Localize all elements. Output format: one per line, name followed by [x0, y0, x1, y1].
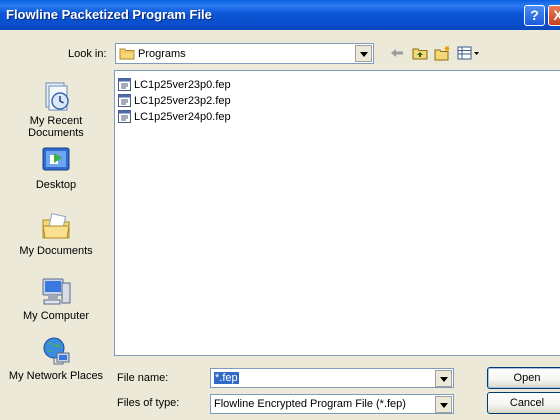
cancel-button[interactable]: Cancel	[487, 392, 560, 414]
views-menu-icon[interactable]	[457, 45, 481, 61]
network-places-icon	[3, 335, 109, 370]
new-folder-icon[interactable]	[434, 45, 452, 61]
file-type-dropdown[interactable]: Flowline Encrypted Program File (*.fep)	[210, 394, 454, 414]
help-button[interactable]: ?	[524, 5, 545, 26]
file-type-value: Flowline Encrypted Program File (*.fep)	[214, 398, 406, 410]
file-name-field[interactable]: *.fep	[210, 368, 454, 388]
place-label: My Computer	[22, 310, 90, 322]
recent-documents-icon	[3, 80, 109, 115]
file-name: LC1p25ver23p2.fep	[134, 95, 231, 107]
place-desktop[interactable]: Desktop	[3, 144, 109, 191]
my-computer-icon	[3, 275, 109, 310]
file-name-label: File name:	[117, 372, 169, 384]
desktop-icon	[3, 144, 109, 179]
place-network-places[interactable]: My Network Places	[3, 335, 109, 382]
program-file-icon	[118, 110, 131, 126]
up-folder-icon[interactable]	[412, 45, 430, 61]
title-bar: Flowline Packetized Program File ? X	[0, 0, 560, 30]
look-in-label: Look in:	[68, 48, 107, 60]
file-name: LC1p25ver24p0.fep	[134, 111, 231, 123]
places-bar: My Recent Documents Desktop My Documents	[3, 70, 109, 400]
place-label: My Recent Documents	[28, 115, 84, 139]
file-name-value: *.fep	[214, 372, 239, 384]
my-documents-icon	[3, 210, 109, 245]
program-file-icon	[118, 94, 131, 110]
chevron-down-icon[interactable]	[435, 396, 452, 413]
back-icon[interactable]	[389, 45, 407, 61]
place-recent-documents[interactable]: My Recent Documents	[3, 80, 109, 139]
place-my-computer[interactable]: My Computer	[3, 275, 109, 322]
place-label: My Documents	[19, 245, 93, 257]
open-button[interactable]: Open	[487, 367, 560, 389]
look-in-dropdown[interactable]: Programs	[115, 43, 374, 64]
close-button[interactable]: X	[548, 5, 560, 26]
place-label: My Network Places	[8, 370, 104, 382]
folder-icon	[119, 47, 135, 63]
window-title: Flowline Packetized Program File	[6, 7, 212, 22]
look-in-value: Programs	[138, 48, 186, 60]
chevron-down-icon[interactable]	[355, 45, 372, 62]
file-name: LC1p25ver23p0.fep	[134, 79, 231, 91]
chevron-down-icon[interactable]	[435, 370, 452, 387]
place-my-documents[interactable]: My Documents	[3, 210, 109, 257]
file-list[interactable]: LC1p25ver23p0.fep LC1p25ver23p2.fep LC1p…	[114, 70, 560, 356]
program-file-icon	[118, 78, 131, 94]
place-label: Desktop	[35, 179, 77, 191]
file-type-label: Files of type:	[117, 397, 180, 409]
